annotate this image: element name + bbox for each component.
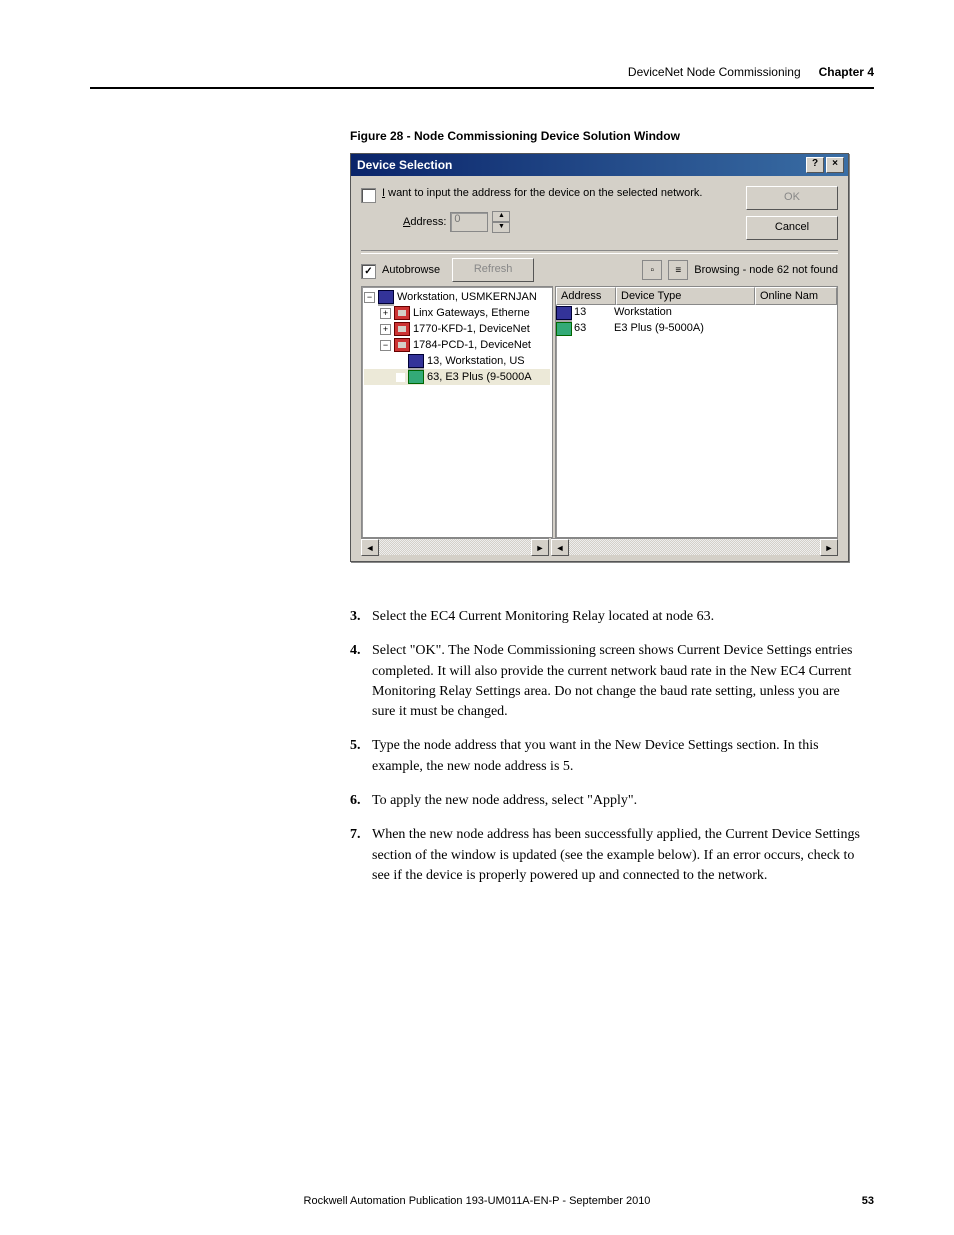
step-num: 7. bbox=[350, 825, 372, 886]
step-text: To apply the new node address, select "A… bbox=[372, 791, 874, 811]
dialog-title: Device Selection bbox=[357, 158, 452, 172]
tree-leaf-selected[interactable]: 63, E3 Plus (9-5000A bbox=[364, 369, 550, 385]
network-icon bbox=[394, 338, 410, 352]
address-input[interactable]: 0 bbox=[450, 212, 488, 232]
dialog-titlebar[interactable]: Device Selection ? × bbox=[351, 154, 848, 176]
tree-node[interactable]: +1770-KFD-1, DeviceNet bbox=[364, 321, 550, 337]
instruction-steps: 3.Select the EC4 Current Monitoring Rela… bbox=[350, 607, 874, 886]
spin-down-icon[interactable]: ▼ bbox=[492, 222, 510, 233]
input-address-checkbox[interactable] bbox=[361, 188, 376, 203]
page-number: 53 bbox=[862, 1195, 874, 1207]
step-text: Type the node address that you want in t… bbox=[372, 736, 874, 777]
page-header: DeviceNet Node Commissioning Chapter 4 bbox=[80, 65, 874, 79]
device-selection-dialog: Device Selection ? × I want to input the… bbox=[350, 153, 849, 562]
help-button[interactable]: ? bbox=[806, 157, 824, 173]
autobrowse-checkbox[interactable] bbox=[361, 264, 376, 279]
header-title: DeviceNet Node Commissioning bbox=[628, 65, 801, 79]
step-text: When the new node address has been succe… bbox=[372, 825, 874, 886]
header-chapter: Chapter 4 bbox=[819, 65, 874, 79]
col-device-type[interactable]: Device Type bbox=[616, 287, 755, 305]
tree-node[interactable]: +Linx Gateways, Etherne bbox=[364, 305, 550, 321]
step-num: 6. bbox=[350, 791, 372, 811]
scroll-right-icon[interactable]: ► bbox=[820, 539, 838, 556]
workstation-icon bbox=[408, 354, 424, 368]
publication-info: Rockwell Automation Publication 193-UM01… bbox=[80, 1195, 874, 1207]
cancel-button[interactable]: Cancel bbox=[746, 216, 838, 240]
step-text: Select the EC4 Current Monitoring Relay … bbox=[372, 607, 874, 627]
spin-up-icon[interactable]: ▲ bbox=[492, 211, 510, 222]
tree-pane[interactable]: −Workstation, USMKERNJAN +Linx Gateways,… bbox=[361, 286, 553, 538]
header-rule bbox=[90, 87, 874, 89]
browse-status: Browsing - node 62 not found bbox=[694, 264, 838, 276]
col-online-name[interactable]: Online Nam bbox=[755, 287, 837, 305]
device-icon bbox=[408, 370, 424, 384]
tree-scrollbar[interactable]: ◄ ► bbox=[361, 538, 549, 555]
ok-button[interactable]: OK bbox=[746, 186, 838, 210]
scroll-left-icon[interactable]: ◄ bbox=[551, 539, 569, 556]
row-type: Workstation bbox=[614, 306, 837, 320]
view-details-icon[interactable]: ≡ bbox=[668, 260, 688, 280]
workstation-icon bbox=[378, 290, 394, 304]
col-address[interactable]: Address bbox=[556, 287, 616, 305]
address-spinner[interactable]: ▲ ▼ bbox=[492, 211, 510, 233]
scroll-right-icon[interactable]: ► bbox=[531, 539, 549, 556]
list-pane[interactable]: Address Device Type Online Nam 13 Workst… bbox=[555, 286, 838, 538]
list-scrollbar[interactable]: ◄ ► bbox=[551, 538, 838, 555]
list-row[interactable]: 13 Workstation bbox=[556, 305, 837, 321]
step-num: 4. bbox=[350, 641, 372, 722]
row-address: 63 bbox=[572, 322, 614, 336]
scroll-left-icon[interactable]: ◄ bbox=[361, 539, 379, 556]
page-footer: Rockwell Automation Publication 193-UM01… bbox=[0, 1195, 954, 1207]
separator bbox=[361, 250, 838, 254]
tree-node[interactable]: −1784-PCD-1, DeviceNet bbox=[364, 337, 550, 353]
tree-root[interactable]: −Workstation, USMKERNJAN bbox=[364, 289, 550, 305]
step-text: Select "OK". The Node Commissioning scre… bbox=[372, 641, 874, 722]
list-row[interactable]: 63 E3 Plus (9-5000A) bbox=[556, 321, 837, 337]
close-button[interactable]: × bbox=[826, 157, 844, 173]
row-type: E3 Plus (9-5000A) bbox=[614, 322, 837, 336]
autobrowse-label: Autobrowse bbox=[382, 264, 440, 276]
input-address-checkbox-label: I want to input the address for the devi… bbox=[382, 186, 702, 203]
network-icon bbox=[394, 306, 410, 320]
figure-caption: Figure 28 - Node Commissioning Device So… bbox=[350, 129, 874, 143]
step-num: 5. bbox=[350, 736, 372, 777]
row-address: 13 bbox=[572, 306, 614, 320]
address-label: Address: bbox=[403, 216, 446, 228]
device-icon bbox=[556, 322, 572, 336]
refresh-button[interactable]: Refresh bbox=[452, 258, 534, 282]
network-icon bbox=[394, 322, 410, 336]
tree-leaf[interactable]: 13, Workstation, US bbox=[364, 353, 550, 369]
workstation-icon bbox=[556, 306, 572, 320]
view-list-icon[interactable]: ▫ bbox=[642, 260, 662, 280]
step-num: 3. bbox=[350, 607, 372, 627]
list-header: Address Device Type Online Nam bbox=[556, 287, 837, 305]
